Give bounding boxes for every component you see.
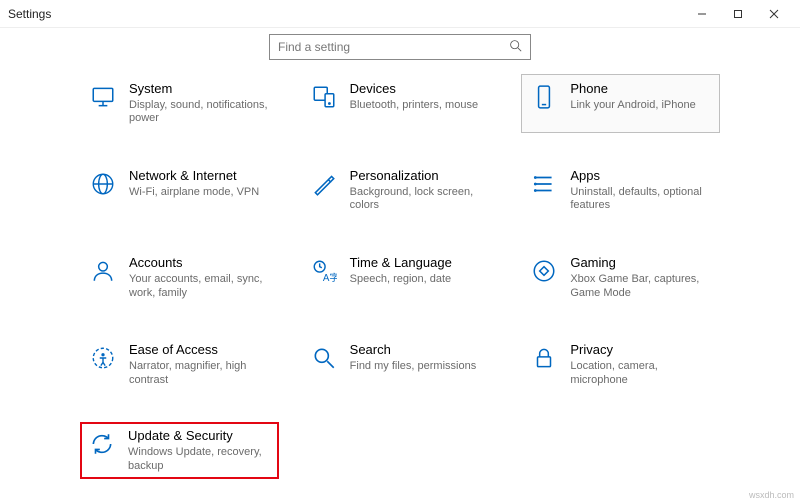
magnifier-icon (310, 344, 338, 372)
apps-icon (530, 170, 558, 198)
card-privacy[interactable]: Privacy Location, camera, microphone (521, 335, 720, 394)
settings-grid: System Display, sound, notifications, po… (0, 74, 800, 479)
card-title: Ease of Access (129, 342, 270, 358)
card-desc: Link your Android, iPhone (570, 99, 711, 113)
time-language-icon: A字 (310, 257, 338, 285)
gaming-icon (530, 257, 558, 285)
card-title: Gaming (570, 255, 711, 271)
card-gaming[interactable]: Gaming Xbox Game Bar, captures, Game Mod… (521, 248, 720, 307)
card-title: Search (350, 342, 491, 358)
maximize-button[interactable] (720, 0, 756, 28)
card-title: Privacy (570, 342, 711, 358)
card-time-language[interactable]: A字 Time & Language Speech, region, date (301, 248, 500, 307)
card-phone[interactable]: Phone Link your Android, iPhone (521, 74, 720, 133)
card-desc: Xbox Game Bar, captures, Game Mode (570, 273, 711, 301)
card-apps[interactable]: Apps Uninstall, defaults, optional featu… (521, 161, 720, 220)
search-wrap: Find a setting (0, 28, 800, 74)
card-title: Phone (570, 81, 711, 97)
lock-icon (530, 344, 558, 372)
card-title: Network & Internet (129, 168, 270, 184)
search-placeholder: Find a setting (278, 40, 509, 54)
card-desc: Uninstall, defaults, optional features (570, 186, 711, 214)
card-accounts[interactable]: Accounts Your accounts, email, sync, wor… (80, 248, 279, 307)
watermark: wsxdh.com (749, 490, 794, 500)
minimize-button[interactable] (684, 0, 720, 28)
ease-icon (89, 344, 117, 372)
card-desc: Speech, region, date (350, 273, 491, 287)
card-title: Apps (570, 168, 711, 184)
user-icon (89, 257, 117, 285)
close-button[interactable] (756, 0, 792, 28)
window-buttons (684, 0, 792, 28)
titlebar: Settings (0, 0, 800, 28)
card-desc: Wi-Fi, airplane mode, VPN (129, 186, 270, 200)
card-network[interactable]: Network & Internet Wi-Fi, airplane mode,… (80, 161, 279, 220)
globe-icon (89, 170, 117, 198)
search-input[interactable]: Find a setting (269, 34, 531, 60)
window-title: Settings (8, 7, 51, 21)
card-devices[interactable]: Devices Bluetooth, printers, mouse (301, 74, 500, 133)
phone-icon (530, 83, 558, 111)
card-system[interactable]: System Display, sound, notifications, po… (80, 74, 279, 133)
card-desc: Bluetooth, printers, mouse (350, 99, 491, 113)
system-icon (89, 83, 117, 111)
paint-icon (310, 170, 338, 198)
update-icon (88, 430, 116, 458)
card-desc: Background, lock screen, colors (350, 186, 491, 214)
card-personalization[interactable]: Personalization Background, lock screen,… (301, 161, 500, 220)
card-title: Update & Security (128, 428, 271, 444)
card-desc: Narrator, magnifier, high contrast (129, 360, 270, 388)
card-search[interactable]: Search Find my files, permissions (301, 335, 500, 394)
card-title: System (129, 81, 270, 97)
card-desc: Find my files, permissions (350, 360, 491, 374)
card-desc: Location, camera, microphone (570, 360, 711, 388)
card-update-security[interactable]: Update & Security Windows Update, recove… (80, 422, 279, 479)
svg-text:A字: A字 (323, 271, 337, 284)
card-title: Accounts (129, 255, 270, 271)
card-title: Time & Language (350, 255, 491, 271)
card-title: Devices (350, 81, 491, 97)
card-desc: Windows Update, recovery, backup (128, 446, 271, 474)
card-desc: Your accounts, email, sync, work, family (129, 273, 270, 301)
card-title: Personalization (350, 168, 491, 184)
search-icon (509, 39, 522, 55)
devices-icon (310, 83, 338, 111)
card-desc: Display, sound, notifications, power (129, 99, 270, 127)
card-ease-of-access[interactable]: Ease of Access Narrator, magnifier, high… (80, 335, 279, 394)
